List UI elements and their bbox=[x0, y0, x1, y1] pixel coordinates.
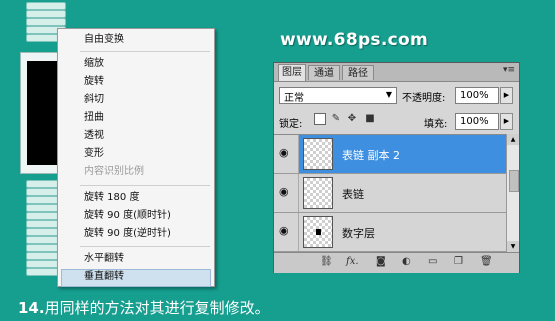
scroll-up-arrow-icon[interactable]: ▲ bbox=[507, 134, 519, 145]
thumbnail-content bbox=[316, 229, 321, 235]
menu-separator bbox=[80, 185, 210, 186]
menu-item-flip-vertical[interactable]: 垂直翻转 bbox=[84, 270, 124, 283]
panel-menu-icon[interactable]: ▾≡ bbox=[503, 65, 515, 75]
layers-bottom-toolbar: ⛓ fx. ◙ ◐ ▭ ❐ 🗑 bbox=[274, 252, 519, 273]
menu-item-skew[interactable]: 斜切 bbox=[84, 93, 104, 106]
layer-row[interactable]: ◉ 表链 副本 2 bbox=[274, 135, 506, 174]
menu-item-scale[interactable]: 缩放 bbox=[84, 57, 104, 70]
menu-separator bbox=[80, 51, 210, 52]
menu-item-warp[interactable]: 变形 bbox=[84, 147, 104, 160]
blend-mode-value: 正常 bbox=[284, 93, 304, 104]
layer-name: 表链 副本 2 bbox=[342, 149, 400, 162]
menu-item-distort[interactable]: 扭曲 bbox=[84, 111, 104, 124]
trash-icon[interactable]: 🗑 bbox=[480, 256, 493, 267]
layer-list: ◉ 表链 副本 2 ◉ 表链 ◉ 数字层 bbox=[274, 134, 506, 253]
fill-slider-toggle[interactable]: ▶ bbox=[500, 113, 513, 130]
eye-icon: ◉ bbox=[279, 185, 289, 198]
panel-tabs: 图层 通道 路径 ▾≡ bbox=[274, 63, 519, 82]
menu-item-free-transform[interactable]: 自由变换 bbox=[84, 33, 124, 46]
scroll-thumb[interactable] bbox=[509, 170, 519, 192]
menu-item-content-aware-scale: 内容识别比例 bbox=[84, 166, 144, 177]
fill-input[interactable]: 100% bbox=[455, 113, 499, 130]
adjustment-layer-icon[interactable]: ◐ bbox=[402, 256, 411, 267]
step-number: 14. bbox=[18, 299, 45, 317]
layer-name: 数字层 bbox=[342, 227, 375, 240]
eye-icon: ◉ bbox=[279, 146, 289, 159]
menu-separator bbox=[80, 246, 210, 247]
band-link bbox=[26, 18, 66, 26]
menu-item-rotate-90-ccw[interactable]: 旋转 90 度(逆时针) bbox=[84, 227, 171, 240]
new-layer-icon[interactable]: ❐ bbox=[454, 256, 463, 267]
layer-row[interactable]: ◉ 数字层 bbox=[274, 213, 506, 252]
lock-position-move-icon[interactable]: ✥ bbox=[346, 113, 358, 125]
band-link bbox=[26, 10, 66, 18]
layer-list-scrollbar[interactable]: ▲ ▼ bbox=[506, 134, 519, 252]
layer-name: 表链 bbox=[342, 188, 364, 201]
lock-all-padlock-icon[interactable]: ■ bbox=[364, 113, 376, 125]
opacity-input[interactable]: 100% bbox=[455, 87, 499, 104]
band-link bbox=[26, 2, 66, 10]
visibility-toggle[interactable]: ◉ bbox=[274, 213, 299, 251]
transform-context-menu: 自由变换 缩放 旋转 斜切 扭曲 透视 变形 内容识别比例 旋转 180 度 旋… bbox=[57, 28, 215, 287]
lock-label: 锁定: bbox=[279, 119, 303, 130]
opacity-label: 不透明度: bbox=[402, 93, 446, 104]
menu-item-rotate-180[interactable]: 旋转 180 度 bbox=[84, 191, 139, 204]
visibility-toggle[interactable]: ◉ bbox=[274, 174, 299, 212]
layers-panel: 图层 通道 路径 ▾≡ 正常 ▼ 不透明度: 100% ▶ 锁定: ✎ ✥ ■ … bbox=[273, 62, 520, 273]
menu-item-flip-horizontal[interactable]: 水平翻转 bbox=[84, 252, 124, 265]
layer-row[interactable]: ◉ 表链 bbox=[274, 174, 506, 213]
add-mask-icon[interactable]: ◙ bbox=[376, 256, 386, 267]
layer-thumbnail bbox=[303, 138, 333, 170]
menu-item-rotate[interactable]: 旋转 bbox=[84, 75, 104, 88]
link-layers-icon[interactable]: ⛓ bbox=[320, 256, 333, 267]
eye-icon: ◉ bbox=[279, 224, 289, 237]
new-group-folder-icon[interactable]: ▭ bbox=[428, 256, 437, 267]
site-watermark: www.68ps.com bbox=[280, 30, 428, 50]
step-text: 用同样的方法对其进行复制修改。 bbox=[44, 299, 270, 317]
visibility-toggle[interactable]: ◉ bbox=[274, 135, 299, 173]
lock-transparency-icon[interactable] bbox=[314, 113, 326, 125]
fx-effects-icon[interactable]: fx. bbox=[346, 256, 359, 267]
tab-layers[interactable]: 图层 bbox=[278, 64, 306, 81]
layer-thumbnail bbox=[303, 216, 333, 248]
tab-channels[interactable]: 通道 bbox=[308, 65, 340, 80]
tab-paths[interactable]: 路径 bbox=[342, 65, 374, 80]
lock-paint-brush-icon[interactable]: ✎ bbox=[330, 113, 342, 125]
blend-mode-select[interactable]: 正常 ▼ bbox=[279, 87, 397, 104]
scroll-down-arrow-icon[interactable]: ▼ bbox=[507, 241, 519, 252]
menu-item-perspective[interactable]: 透视 bbox=[84, 129, 104, 142]
layer-thumbnail bbox=[303, 177, 333, 209]
menu-item-rotate-90-cw[interactable]: 旋转 90 度(顺时针) bbox=[84, 209, 171, 222]
fill-label: 填充: bbox=[424, 119, 448, 130]
step-caption: 14.用同样的方法对其进行复制修改。 bbox=[18, 297, 270, 318]
chevron-down-icon: ▼ bbox=[385, 90, 392, 99]
opacity-slider-toggle[interactable]: ▶ bbox=[500, 87, 513, 104]
